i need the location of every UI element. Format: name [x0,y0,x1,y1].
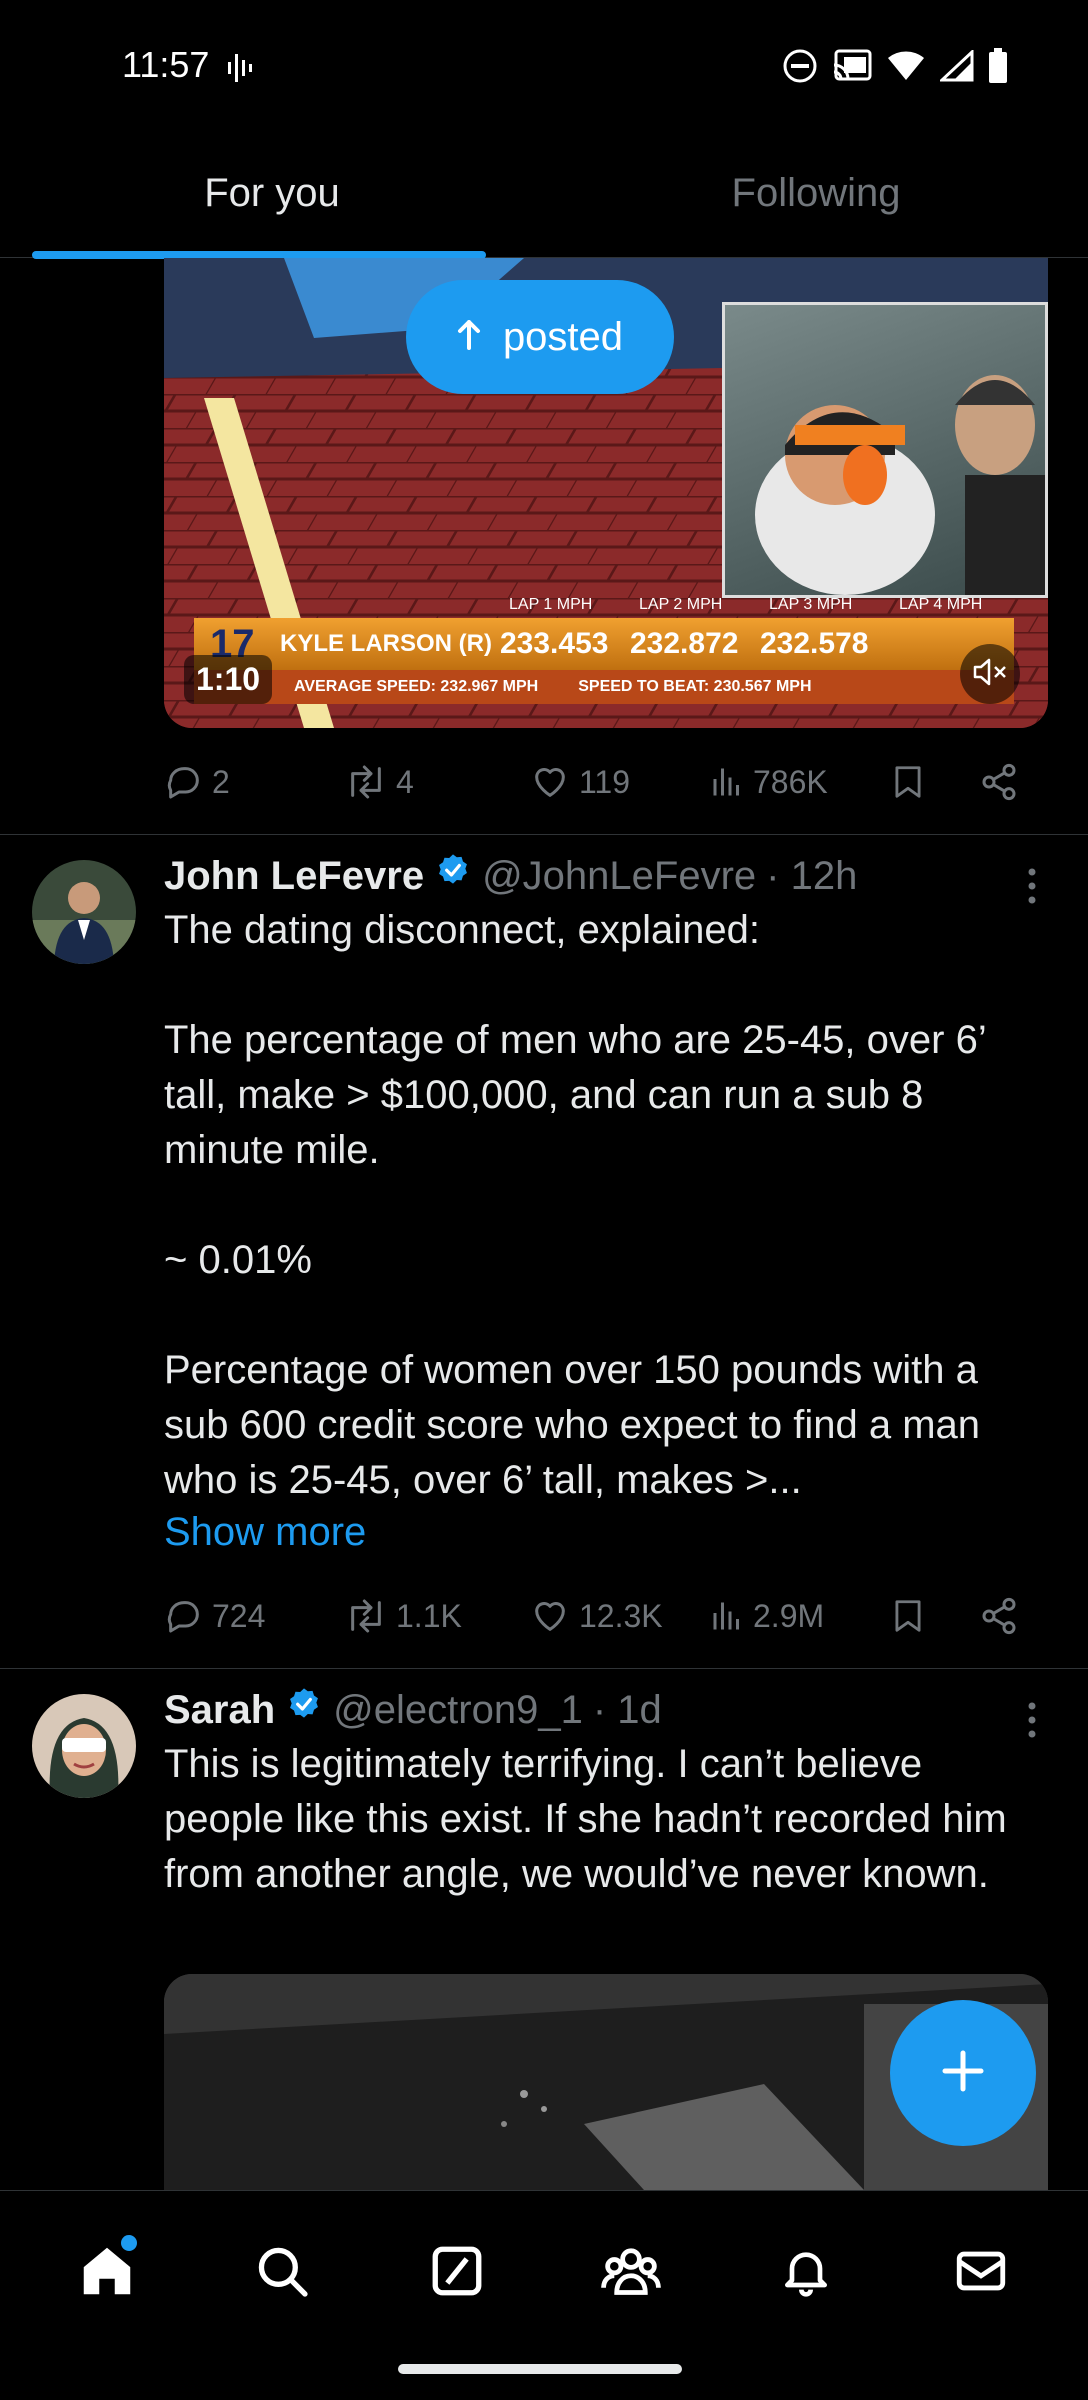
repost-count: 1.1K [396,1597,462,1634]
author-name[interactable]: John LeFevre [164,854,424,899]
heart-icon [535,1602,565,1631]
sound-wave-icon [228,50,258,91]
tab-following[interactable]: Following [544,130,1088,257]
speaker-muted-icon [973,657,1007,692]
post-header: Sarah @electron9_1 · 1d [164,1686,662,1734]
share-button[interactable] [979,1596,1019,1636]
mail-icon [956,2251,1005,2291]
like-count: 12.3K [579,1597,663,1634]
signal-icon [938,48,974,87]
bookmark-icon [895,766,921,798]
compose-post-button[interactable] [890,2000,1036,2146]
reply-icon [167,1601,199,1633]
verified-badge-icon [285,1686,323,1734]
tab-label: For you [204,171,340,215]
like-button[interactable]: 12.3K [529,1596,709,1636]
average-speed: AVERAGE SPEED: 232.967 MPH [294,678,539,695]
verified-badge-icon [434,852,472,900]
author-handle[interactable]: @electron9_1 [333,1688,583,1733]
nav-grok[interactable] [407,2231,507,2311]
status-bar: 11:57 [0,0,1088,130]
repost-button[interactable]: 1.1K [344,1596,529,1636]
post-time: · 12h [766,853,858,898]
repost-count: 4 [396,763,414,800]
speed-sub-overlay: AVERAGE SPEED: 232.967 MPH SPEED TO BEAT… [194,670,1014,704]
repost-icon [351,1599,381,1633]
battery-icon [988,48,1008,89]
views-chart-icon [713,1602,739,1630]
post-actions: 2 4 119 786K [164,752,1054,812]
nav-search[interactable] [232,2231,332,2311]
cast-icon [832,49,872,88]
post-header: John LeFevre @JohnLeFevre · 12h [164,852,857,900]
nav-notifications[interactable] [756,2231,856,2311]
status-time: 11:57 [122,44,210,85]
lap-labels: LAP 1 MPH LAP 2 MPH LAP 3 MPH LAP 4 MPH [509,596,1029,614]
lap-label: LAP 1 MPH [509,596,593,613]
nav-messages[interactable] [931,2231,1031,2311]
reply-button[interactable]: 2 [164,762,344,802]
views-count: 786K [753,763,828,800]
nav-communities[interactable] [581,2231,681,2311]
like-count: 119 [579,763,631,800]
driver-name: KYLE LARSON (R) [280,630,492,657]
reply-count: 2 [212,763,230,800]
timeline-tabs: For you Following [0,130,1088,259]
author-name[interactable]: Sarah [164,1688,275,1733]
lap-speed: 232.578 [760,627,869,660]
bookmark-button[interactable] [889,1595,979,1637]
lap-label: LAP 2 MPH [639,596,723,613]
author-handle[interactable]: @JohnLeFevre [482,854,756,899]
share-icon [982,763,1016,801]
post-text: The dating disconnect, explained: The pe… [164,908,986,1502]
picture-in-picture [722,302,1048,598]
views-button[interactable]: 2.9M [709,1596,889,1636]
bottom-navigation [0,2190,1088,2400]
tab-for-you[interactable]: For you [0,130,544,257]
bookmark-button[interactable] [889,761,979,803]
wifi-icon [886,50,926,87]
views-count: 2.9M [753,1597,825,1634]
share-button[interactable] [979,762,1019,802]
reply-count: 724 [212,1597,266,1634]
lap-label: LAP 3 MPH [769,596,853,613]
mute-button[interactable] [960,644,1020,704]
repost-icon [351,765,381,799]
gesture-home-bar[interactable] [398,2364,682,2374]
bell-icon [784,2252,827,2297]
reply-icon [167,767,199,799]
avatar[interactable] [32,1694,136,1798]
show-more-link[interactable]: Show more [164,1510,366,1555]
post-text: This is legitimately terrifying. I can’t… [164,1742,1018,1896]
lap-label: LAP 4 MPH [899,596,983,613]
arrow-up-icon [457,315,481,360]
posted-label: posted [502,314,624,359]
plus-icon [939,2047,987,2100]
avatar[interactable] [32,860,136,964]
nav-home[interactable] [57,2231,157,2311]
views-button[interactable]: 786K [709,762,889,802]
lap-speed: 232.872 [630,627,739,660]
do-not-disturb-icon [782,48,818,89]
speed-to-beat: SPEED TO BEAT: 230.567 MPH [578,678,812,695]
lap-speed: 233.453 [500,627,609,660]
views-chart-icon [713,768,739,796]
communities-icon [601,2248,662,2295]
share-icon [982,1597,1016,1635]
speed-overlay: 17 KYLE LARSON (R) 233.453 232.872 232.5… [194,618,1014,670]
post-divider [0,834,1088,835]
repost-button[interactable]: 4 [344,762,529,802]
reply-button[interactable]: 724 [164,1596,344,1636]
grok-icon [432,2246,482,2296]
heart-icon [535,768,565,797]
video-duration: 1:10 [184,655,273,704]
post-time: · 1d [592,1687,662,1732]
post-actions: 724 1.1K 12.3K 2.9M [164,1586,1054,1646]
new-posts-button[interactable]: posted [406,280,674,394]
bookmark-icon [895,1600,921,1632]
post-divider [0,1668,1088,1669]
tab-label: Following [731,171,901,215]
like-button[interactable]: 119 [529,762,709,802]
search-icon [258,2247,308,2297]
